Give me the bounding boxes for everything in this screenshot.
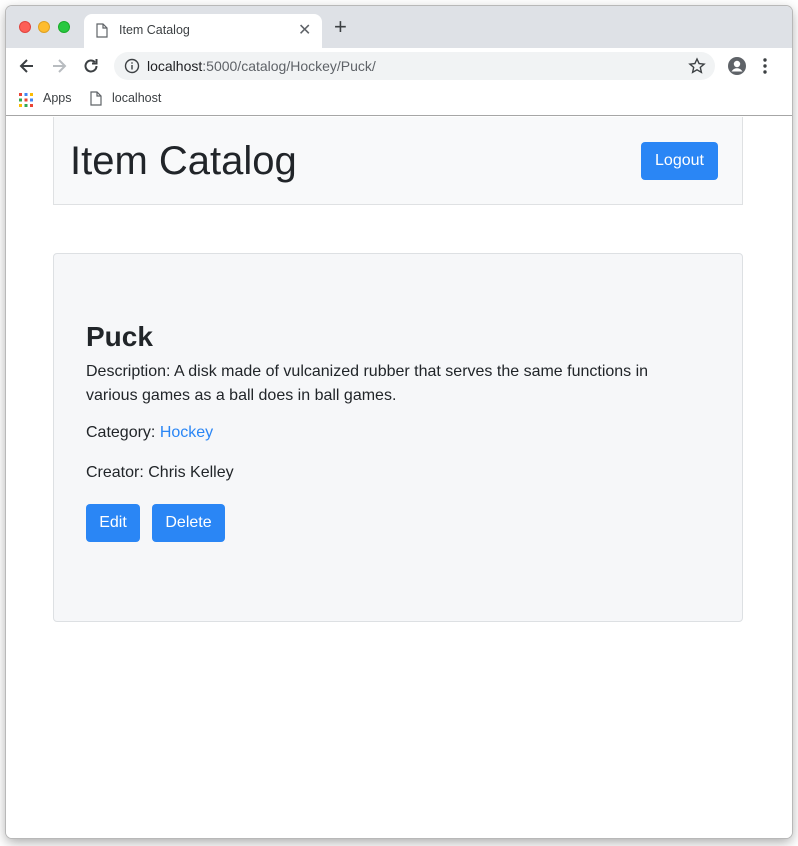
navbar-brand[interactable]: Item Catalog bbox=[70, 139, 297, 184]
apps-grid-icon bbox=[19, 93, 33, 110]
maximize-window-button[interactable] bbox=[58, 21, 70, 33]
tab-item-catalog[interactable]: Item Catalog ✕ bbox=[84, 14, 322, 48]
minimize-window-button[interactable] bbox=[38, 21, 50, 33]
item-category: Category: Hockey bbox=[86, 424, 213, 442]
forward-icon[interactable] bbox=[49, 56, 69, 76]
close-tab-icon[interactable]: ✕ bbox=[298, 20, 311, 40]
browser-window: Item Catalog ✕ + localhost:5000/catalog/… bbox=[6, 6, 792, 838]
profile-avatar-icon[interactable] bbox=[727, 56, 747, 81]
logout-button[interactable]: Logout bbox=[641, 142, 718, 180]
delete-button[interactable]: Delete bbox=[152, 504, 225, 542]
bookmarks-bar: Apps localhost bbox=[6, 84, 792, 116]
bookmark-localhost-label: localhost bbox=[112, 91, 162, 105]
page-icon bbox=[90, 91, 102, 109]
navbar: Item Catalog Logout bbox=[53, 117, 743, 205]
url-host: localhost bbox=[147, 58, 203, 74]
item-title: Puck bbox=[86, 321, 153, 352]
new-tab-icon[interactable]: + bbox=[334, 16, 347, 38]
item-description: Description: A disk made of vulcanized r… bbox=[86, 363, 649, 404]
tab-title: Item Catalog bbox=[119, 23, 190, 37]
back-icon[interactable] bbox=[17, 56, 37, 76]
page-icon bbox=[96, 23, 108, 43]
bookmark-star-icon[interactable] bbox=[688, 57, 706, 80]
browser-toolbar: localhost:5000/catalog/Hockey/Puck/ bbox=[6, 48, 792, 84]
bookmark-apps-label: Apps bbox=[43, 91, 72, 105]
menu-kebab-icon[interactable] bbox=[762, 56, 768, 81]
item-creator: Creator: Chris Kelley bbox=[86, 464, 234, 481]
close-window-button[interactable] bbox=[19, 21, 31, 33]
info-icon[interactable] bbox=[124, 58, 140, 79]
reload-icon[interactable] bbox=[81, 56, 101, 76]
url-path: :5000/catalog/Hockey/Puck/ bbox=[202, 58, 376, 74]
page-viewport: Item Catalog Logout Puck Description: A … bbox=[6, 117, 792, 838]
item-card: Puck Description: A disk made of vulcani… bbox=[53, 253, 743, 622]
tab-strip: Item Catalog ✕ + bbox=[6, 6, 792, 48]
url-text: localhost:5000/catalog/Hockey/Puck/ bbox=[147, 58, 376, 74]
edit-button[interactable]: Edit bbox=[86, 504, 140, 542]
category-link[interactable]: Hockey bbox=[160, 424, 213, 441]
address-bar[interactable]: localhost:5000/catalog/Hockey/Puck/ bbox=[114, 52, 715, 80]
category-label: Category: bbox=[86, 424, 160, 441]
